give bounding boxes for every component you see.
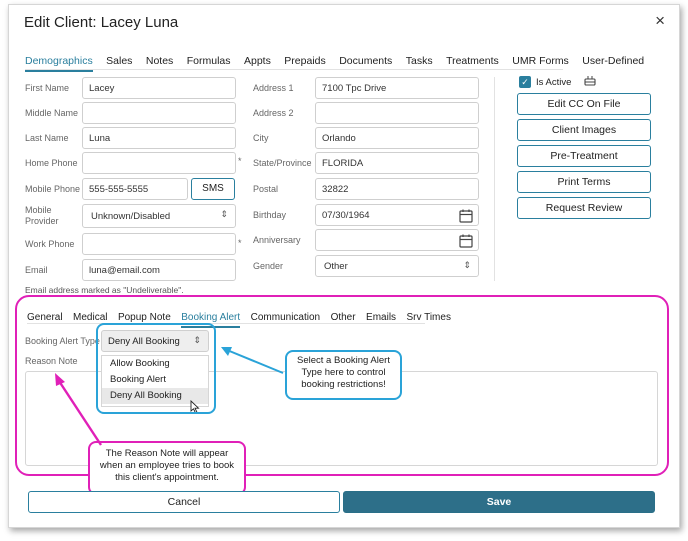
close-icon[interactable]: × <box>655 11 665 31</box>
mobile-phone-label: Mobile Phone <box>25 184 81 194</box>
address2-label: Address 2 <box>253 108 294 118</box>
state-label: State/Province <box>253 158 312 168</box>
first-name-input[interactable]: Lacey <box>82 77 236 99</box>
tab-prepaids[interactable]: Prepaids <box>284 55 325 70</box>
gender-select[interactable]: Other ⇕ <box>315 255 479 277</box>
first-name-label: First Name <box>25 83 70 93</box>
mobile-provider-label-line1: Mobile <box>25 205 52 215</box>
tab-sales[interactable]: Sales <box>106 55 132 70</box>
gender-value: Other <box>324 261 348 272</box>
anniversary-input[interactable] <box>315 229 479 251</box>
column-divider <box>494 77 495 281</box>
cancel-button[interactable]: Cancel <box>28 491 340 513</box>
mobile-provider-label: Mobile Provider <box>25 205 59 227</box>
request-review-button[interactable]: Request Review <box>517 197 651 219</box>
mobile-provider-select[interactable]: Unknown/Disabled ⇕ <box>82 204 236 228</box>
save-button[interactable]: Save <box>343 491 655 513</box>
undeliverable-note: Email address marked as "Undeliverable". <box>25 285 184 295</box>
main-tabs: Demographics Sales Notes Formulas Appts … <box>25 51 653 72</box>
mobile-phone-input[interactable]: 555-555-5555 <box>82 178 188 200</box>
address2-input[interactable] <box>315 102 479 124</box>
birthday-input[interactable]: 07/30/1964 <box>315 204 479 226</box>
gender-label: Gender <box>253 261 284 271</box>
mobile-provider-label-line2: Provider <box>25 216 59 226</box>
tab-documents[interactable]: Documents <box>339 55 392 70</box>
email-label: Email <box>25 265 48 275</box>
middle-name-input[interactable] <box>82 102 236 124</box>
is-active-checkbox[interactable]: ✓ <box>519 76 531 88</box>
middle-name-label: Middle Name <box>25 108 79 118</box>
booking-alert-callout: Select a Booking Alert Type here to cont… <box>285 350 402 400</box>
address1-input[interactable]: 7100 Tpc Drive <box>315 77 479 99</box>
last-name-label: Last Name <box>25 133 69 143</box>
client-images-button[interactable]: Client Images <box>517 119 651 141</box>
tab-appts[interactable]: Appts <box>244 55 271 70</box>
mobile-provider-value: Unknown/Disabled <box>91 211 171 222</box>
postal-input[interactable]: 32822 <box>315 178 479 200</box>
dialog-title: Edit Client: Lacey Luna <box>24 14 179 31</box>
print-terms-button[interactable]: Print Terms <box>517 171 651 193</box>
required-marker: * <box>238 238 242 248</box>
edit-cc-on-file-button[interactable]: Edit CC On File <box>517 93 651 115</box>
edit-client-dialog: Edit Client: Lacey Luna × Demographics S… <box>8 4 680 528</box>
pre-treatment-button[interactable]: Pre-Treatment <box>517 145 651 167</box>
birthday-label: Birthday <box>253 210 287 220</box>
anniversary-label: Anniversary <box>253 235 301 245</box>
reason-note-callout: The Reason Note will appear when an empl… <box>88 441 246 495</box>
postal-label: Postal <box>253 184 279 194</box>
calendar-icon[interactable] <box>457 232 475 250</box>
sms-button[interactable]: SMS <box>191 178 235 200</box>
required-marker: * <box>238 156 242 166</box>
city-label: City <box>253 133 269 143</box>
tabs-divider <box>25 69 563 70</box>
select-arrows-icon: ⇕ <box>463 260 471 270</box>
birthday-cake-icon <box>584 76 596 86</box>
birthday-value: 07/30/1964 <box>322 210 370 221</box>
address1-label: Address 1 <box>253 83 294 93</box>
home-phone-label: Home Phone <box>25 158 78 168</box>
home-phone-input[interactable] <box>82 152 236 174</box>
city-input[interactable]: Orlando <box>315 127 479 149</box>
tab-tasks[interactable]: Tasks <box>406 55 433 70</box>
is-active-label: Is Active <box>536 77 572 88</box>
state-input[interactable]: FLORIDA <box>315 152 479 174</box>
calendar-icon[interactable] <box>457 207 475 225</box>
last-name-input[interactable]: Luna <box>82 127 236 149</box>
work-phone-label: Work Phone <box>25 239 75 249</box>
tab-treatments[interactable]: Treatments <box>446 55 499 70</box>
tab-user-defined[interactable]: User-Defined <box>582 55 644 70</box>
select-arrows-icon: ⇕ <box>220 209 228 219</box>
work-phone-input[interactable] <box>82 233 236 255</box>
tab-notes[interactable]: Notes <box>146 55 173 70</box>
tab-umr-forms[interactable]: UMR Forms <box>512 55 569 70</box>
email-input[interactable]: luna@email.com <box>82 259 236 281</box>
tab-formulas[interactable]: Formulas <box>187 55 231 70</box>
